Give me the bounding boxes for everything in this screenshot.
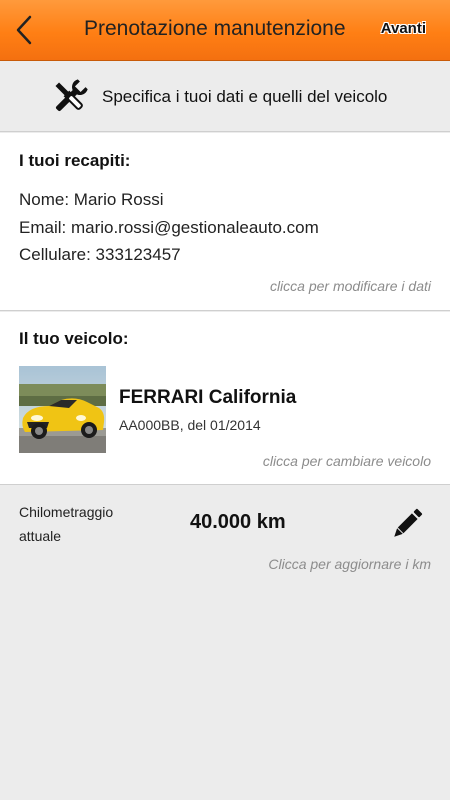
page-title: Prenotazione manutenzione xyxy=(84,17,346,40)
contact-phone: Cellulare: 333123457 xyxy=(19,245,181,264)
vehicle-name: FERRARI California xyxy=(119,387,297,408)
top-app-bar: Prenotazione manutenzione Avanti xyxy=(0,0,450,61)
contact-name: Nome: Mario Rossi xyxy=(19,190,164,209)
back-button[interactable] xyxy=(6,10,42,50)
update-mileage-hint[interactable]: Clicca per aggiornare i km xyxy=(268,556,431,572)
change-vehicle-hint[interactable]: clicca per cambiare veicolo xyxy=(263,453,431,469)
contacts-heading: I tuoi recapiti: xyxy=(19,151,131,170)
intro-text: Specifica i tuoi dati e quelli del veico… xyxy=(102,87,388,106)
vehicle-card[interactable]: Il tuo veicolo: FERRARI California AA000… xyxy=(0,312,450,485)
vehicle-photo xyxy=(19,366,106,453)
mileage-value: 40.000 km xyxy=(190,511,286,533)
vehicle-plate-date: AA000BB, del 01/2014 xyxy=(119,417,261,433)
vehicle-heading: Il tuo veicolo: xyxy=(19,329,129,348)
contact-email: Email: mario.rossi@gestionaleauto.com xyxy=(19,218,319,237)
tools-icon xyxy=(55,79,88,112)
contacts-card[interactable]: I tuoi recapiti: Nome: Mario Rossi Email… xyxy=(0,133,450,311)
intro-banner: Specifica i tuoi dati e quelli del veico… xyxy=(0,61,450,132)
mileage-label: Chilometraggio attuale xyxy=(19,504,114,544)
next-button[interactable]: Avanti xyxy=(381,20,426,37)
chevron-left-icon xyxy=(16,15,32,45)
edit-contacts-hint[interactable]: clicca per modificare i dati xyxy=(270,278,431,294)
pencil-icon[interactable] xyxy=(389,506,425,542)
mileage-section[interactable]: Chilometraggio attuale 40.000 km Clicca … xyxy=(0,486,450,586)
